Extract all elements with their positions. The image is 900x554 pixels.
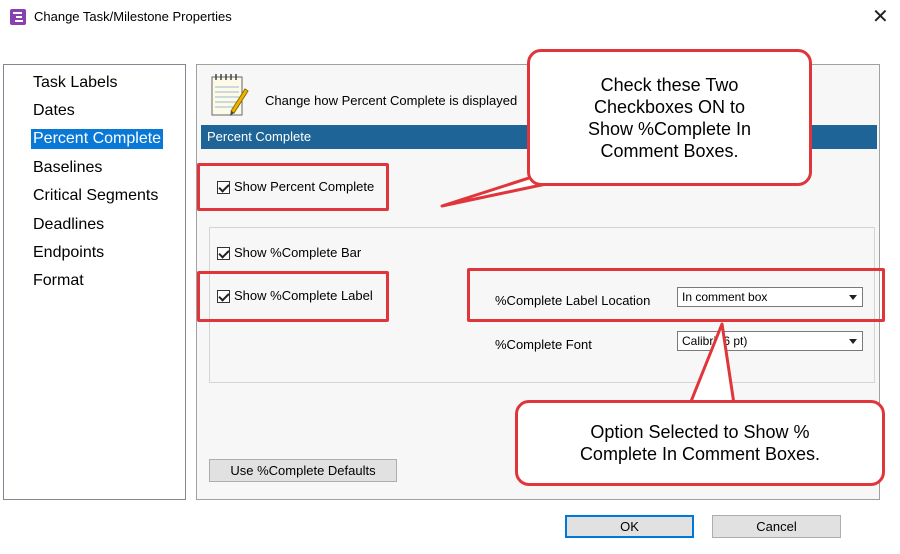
- font-label: %Complete Font: [495, 337, 592, 352]
- nav-item-format[interactable]: Format: [31, 271, 86, 291]
- highlight-show-complete-label: [197, 271, 389, 322]
- callout-line: Checkboxes ON to: [593, 96, 746, 117]
- highlight-label-location: [467, 268, 885, 322]
- use-defaults-button[interactable]: Use %Complete Defaults: [209, 459, 397, 482]
- font-value: Calibri (6 pt): [682, 334, 748, 348]
- callout-line: Comment Boxes.: [600, 140, 739, 161]
- callout-option: Option Selected to Show % Complete In Co…: [515, 400, 885, 486]
- checkbox-checked-icon: [217, 247, 230, 260]
- nav-item-baselines[interactable]: Baselines: [31, 158, 104, 178]
- nav-item-critical-segments[interactable]: Critical Segments: [31, 186, 160, 206]
- app-icon: [10, 9, 26, 25]
- title-bar: Change Task/Milestone Properties ✕: [0, 0, 900, 34]
- highlight-show-percent-complete: [197, 163, 389, 211]
- close-icon[interactable]: ✕: [872, 4, 889, 29]
- notepad-icon: [211, 74, 249, 116]
- nav-item-task-labels[interactable]: Task Labels: [31, 73, 120, 93]
- callout-line: Show %Complete In: [587, 118, 752, 139]
- nav-item-dates[interactable]: Dates: [31, 101, 77, 121]
- header-description: Change how Percent Complete is displayed: [265, 93, 518, 108]
- nav-item-endpoints[interactable]: Endpoints: [31, 243, 106, 263]
- cancel-button[interactable]: Cancel: [712, 515, 841, 538]
- nav-item-deadlines[interactable]: Deadlines: [31, 215, 106, 235]
- callout-checkboxes: Check these Two Checkboxes ON to Show %C…: [527, 49, 812, 186]
- callout-line: Check these Two: [600, 74, 739, 95]
- nav-item-percent-complete[interactable]: Percent Complete: [31, 129, 164, 149]
- font-select[interactable]: Calibri (6 pt): [677, 331, 863, 351]
- checkbox-label: Show %Complete Bar: [234, 245, 362, 260]
- callout-line: Complete In Comment Boxes.: [579, 444, 821, 464]
- dropdown-arrow-icon: [849, 339, 857, 344]
- callout-line: Option Selected to Show %: [590, 422, 810, 442]
- window-title: Change Task/Milestone Properties: [34, 9, 232, 24]
- category-list: Task Labels Dates Percent Complete Basel…: [3, 64, 186, 500]
- ok-button[interactable]: OK: [565, 515, 694, 538]
